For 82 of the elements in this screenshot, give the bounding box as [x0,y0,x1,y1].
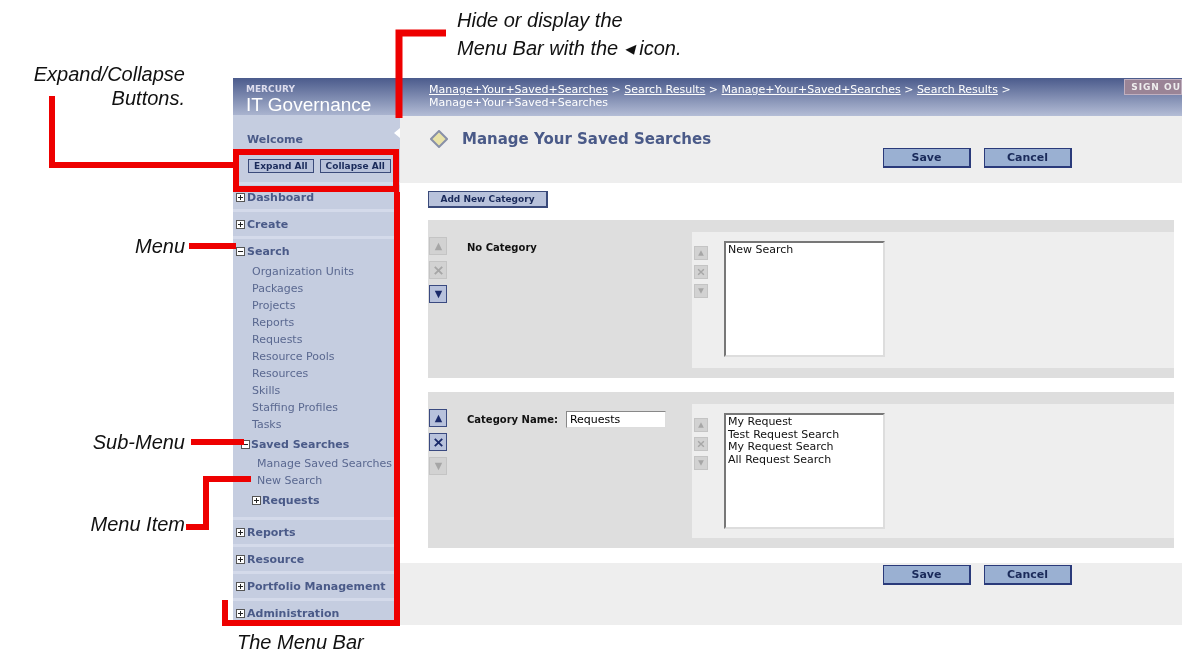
delete-icon [696,267,706,277]
menu-item[interactable]: Staffing Profiles [236,399,339,416]
expand-all-button[interactable]: Expand All [248,158,314,173]
breadcrumb-separator: > [708,83,719,96]
callout-line [191,439,244,445]
list-option[interactable]: Test Request Search [728,428,840,441]
minus-icon[interactable] [236,246,245,256]
down-arrow-button[interactable] [429,285,447,303]
category-name-field[interactable]: Requests [565,411,666,428]
annotation-text: Menu Item [89,512,185,536]
diamond-icon [430,130,448,148]
delete-icon [431,263,445,277]
menu-item[interactable]: Projects [236,297,296,314]
up-arrow-icon [696,248,706,258]
annotation-text: The Menu Bar [237,631,364,654]
cancel-button[interactable]: Cancel [984,565,1072,585]
plus-icon[interactable] [236,219,245,229]
up-arrow-icon [696,420,706,430]
save-button[interactable]: Save [883,565,971,585]
menu-item[interactable]: Reports [236,314,295,331]
welcome-text: Welcome [247,133,303,146]
breadcrumb-link[interactable]: Manage+Your+Saved+Searches [429,83,609,96]
callout-line [186,476,251,530]
collapse-all-button[interactable]: Collapse All [319,158,391,173]
menu-header[interactable]: Administration [247,606,340,620]
plus-icon[interactable] [252,495,261,505]
plus-icon[interactable] [236,608,245,618]
down-arrow-icon [696,458,706,468]
page-title: Manage Your Saved Searches [462,130,712,148]
breadcrumb-current: Manage+Your+Saved+Searches [429,96,609,109]
delete-button[interactable] [429,433,447,451]
brand-caption: MERCURY [246,84,295,94]
breadcrumb-link[interactable]: Search Results [624,83,706,96]
cancel-button[interactable]: Cancel [984,148,1072,168]
menu-header[interactable]: Create [247,217,289,231]
menu-item[interactable]: Organization Units [236,263,354,280]
list-option[interactable]: My Request [728,416,793,429]
delete-icon [431,435,445,449]
menu-header[interactable]: Reports [247,525,296,539]
breadcrumb-link[interactable]: Manage+Your+Saved+Searches [721,83,901,96]
plus-icon[interactable] [236,581,245,591]
menu-item[interactable]: New Search [236,472,323,489]
menu-item[interactable]: Requests [236,331,303,348]
breadcrumb-link[interactable]: Search Results [916,83,998,96]
breadcrumb-separator: > [904,83,914,96]
searches-listbox[interactable]: My Request Test Request Search My Request Search All Request Search [724,413,885,529]
plus-icon[interactable] [236,554,245,564]
list-option[interactable]: My Request Search [728,441,834,454]
menu-item[interactable]: Tasks [236,416,282,433]
add-category-button[interactable]: Add New Category [428,191,548,208]
searches-listbox[interactable]: New Search [724,241,885,357]
save-button[interactable]: Save [883,148,971,168]
plus-icon[interactable] [236,527,245,537]
menu-header[interactable]: Search [247,244,290,258]
menu-item[interactable]: Resource Pools [236,348,335,365]
breadcrumb-separator: > [1001,83,1011,96]
up-arrow-button[interactable] [429,409,447,427]
submenu-header[interactable]: Requests [262,493,320,507]
annotation-text: Hide or display the Menu Bar with the ◂ icon. [457,8,682,61]
list-option[interactable]: New Search [728,244,794,257]
annotation-text: Menu [133,234,185,258]
list-option[interactable]: All Request Search [728,453,832,466]
callout-line [189,243,236,249]
app-logo: IT Governance [246,95,372,115]
menu-item[interactable]: Manage Saved Searches [236,455,392,472]
delete-icon [696,439,706,449]
down-arrow-icon [696,286,706,296]
menu-header[interactable]: Resource [247,552,305,566]
annotation-text: Expand/Collapse Buttons. [32,62,185,110]
menu-item[interactable]: Packages [236,280,304,297]
breadcrumb-separator: > [611,83,621,96]
minus-icon[interactable] [241,439,250,449]
menu-item[interactable]: Resources [236,365,309,382]
submenu-header[interactable]: Saved Searches [251,437,350,451]
annotation-text: Sub-Menu [91,430,185,454]
menu-header[interactable]: Dashboard [247,190,315,204]
sign-out-button[interactable]: SIGN OU [1124,79,1182,95]
field-label: Category Name: [467,413,558,425]
menu-item[interactable]: Skills [236,382,281,399]
menu-header[interactable]: Portfolio Management [247,579,386,593]
plus-icon[interactable] [236,192,245,202]
category-name: No Category [467,241,537,253]
